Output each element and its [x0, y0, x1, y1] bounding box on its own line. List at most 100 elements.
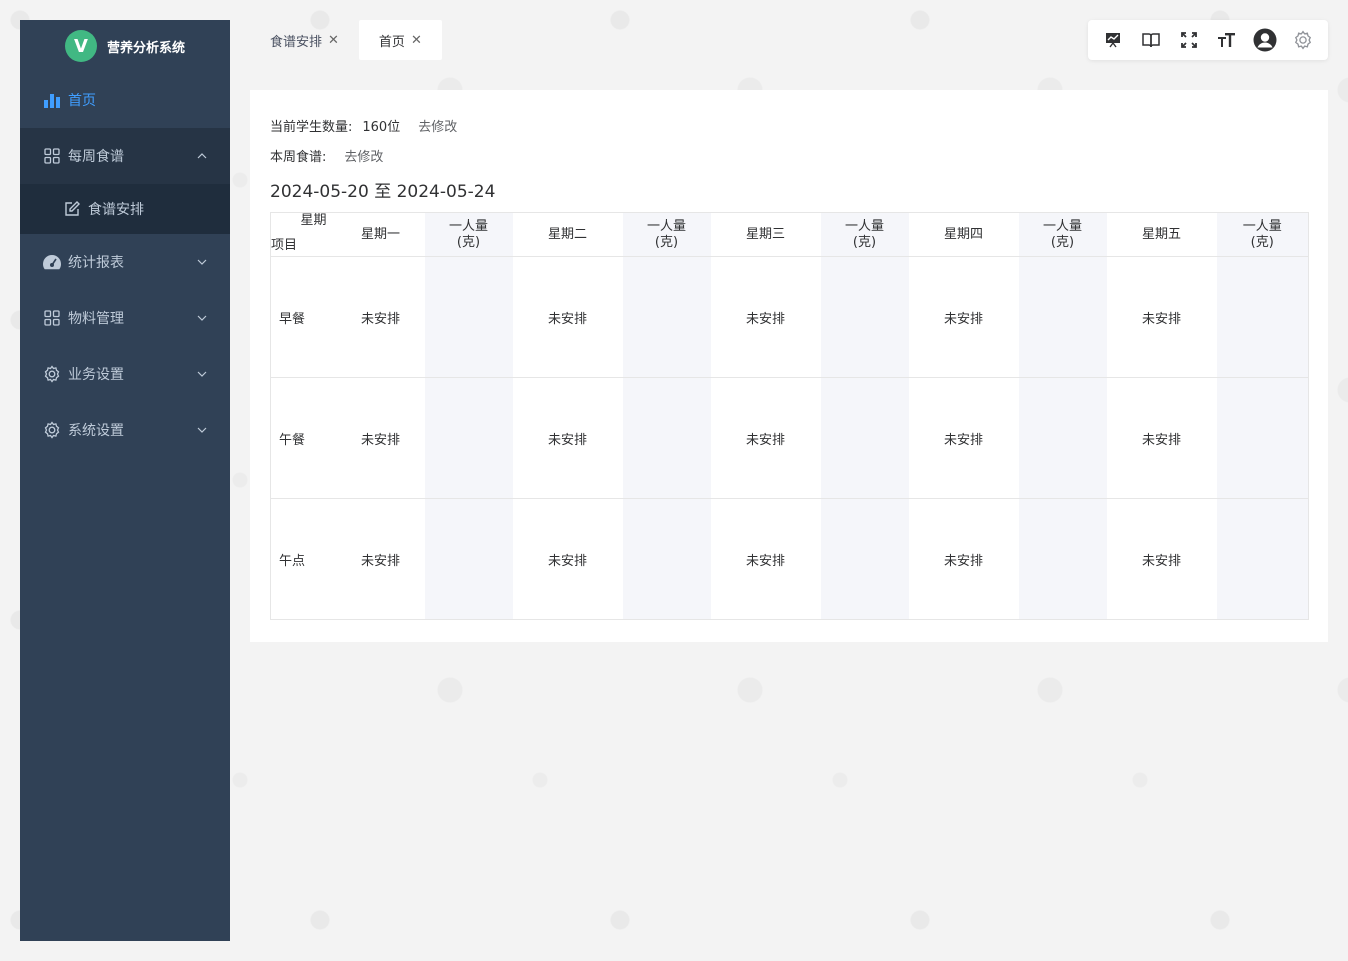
- corner-header: 星期 项目: [270, 212, 337, 257]
- portion-cell: [1018, 377, 1107, 499]
- meal-label: 午餐: [270, 377, 337, 499]
- book-icon[interactable]: [1138, 27, 1164, 53]
- student-count-label: 当前学生数量:: [270, 119, 353, 135]
- portion-header: 一人量 (克): [622, 212, 711, 257]
- logo[interactable]: V 营养分析系统: [20, 20, 230, 72]
- student-count-line: 当前学生数量: 160位 去修改: [270, 110, 1308, 140]
- corner-bottom-label: 项目: [271, 238, 298, 253]
- table-header-row: 星期 项目 星期一 一人量 (克) 星期二 一人量 (克) 星期三 一人量 (克) 星…: [270, 212, 1309, 257]
- gear-icon: [42, 420, 62, 440]
- sidebar-item-label: 食谱安排: [88, 202, 144, 218]
- sidebar-item-label: 首页: [68, 93, 96, 109]
- table-row: 午点 未安排 未安排 未安排 未安排 未安排: [270, 498, 1309, 620]
- portion-cell: [1018, 498, 1107, 620]
- student-count-value: 160位: [362, 119, 401, 135]
- portion-header: 一人量 (克): [1018, 212, 1107, 257]
- dashboard-icon: [42, 252, 62, 272]
- meal-cell[interactable]: 未安排: [710, 377, 821, 499]
- table-row: 午餐 未安排 未安排 未安排 未安排 未安排: [270, 377, 1309, 499]
- meal-cell[interactable]: 未安排: [1106, 498, 1217, 620]
- user-avatar-icon[interactable]: [1252, 27, 1278, 53]
- gear-icon: [42, 364, 62, 384]
- meal-cell[interactable]: 未安排: [336, 498, 425, 620]
- meal-cell[interactable]: 未安排: [512, 498, 623, 620]
- sidebar-item-reports[interactable]: 统计报表: [20, 234, 230, 290]
- weekly-menu-label: 本周食谱:: [270, 149, 327, 165]
- edit-weekly-menu-link[interactable]: 去修改: [344, 146, 383, 165]
- grid-icon: [42, 146, 62, 166]
- portion-cell: [622, 377, 711, 499]
- meal-cell[interactable]: 未安排: [908, 256, 1019, 378]
- chevron-up-icon: [197, 153, 207, 159]
- tab-label: 首页: [378, 34, 405, 50]
- tab-label: 食谱安排: [270, 34, 323, 50]
- sidebar-item-home[interactable]: 首页: [20, 72, 230, 128]
- sidebar-item-label: 统计报表: [68, 255, 124, 271]
- meal-cell[interactable]: 未安排: [512, 256, 623, 378]
- main-card: 当前学生数量: 160位 去修改 本周食谱: 去修改 2024-05-20 至 …: [250, 90, 1328, 642]
- sidebar-item-label: 系统设置: [68, 423, 124, 439]
- portion-cell: [1216, 256, 1309, 378]
- sidebar-item-label: 物料管理: [68, 311, 124, 327]
- edit-student-count-link[interactable]: 去修改: [418, 116, 457, 135]
- sidebar-item-business-settings[interactable]: 业务设置: [20, 346, 230, 402]
- fullscreen-icon[interactable]: [1176, 27, 1202, 53]
- sidebar: V 营养分析系统 首页 每周食谱 食谱安排 统计报表 物料管理 业务设置 系统设…: [20, 20, 230, 941]
- close-icon[interactable]: ✕: [328, 33, 339, 48]
- day-header: 星期五: [1106, 212, 1217, 257]
- day-header: 星期三: [710, 212, 821, 257]
- presentation-icon[interactable]: [1100, 27, 1126, 53]
- day-header: 星期二: [512, 212, 623, 257]
- close-icon[interactable]: ✕: [411, 33, 422, 48]
- portion-cell: [1216, 377, 1309, 499]
- meal-cell[interactable]: 未安排: [336, 377, 425, 499]
- sidebar-item-label: 每周食谱: [68, 149, 124, 165]
- week-range-title: 2024-05-20 至 2024-05-24: [270, 182, 496, 202]
- sidebar-item-label: 业务设置: [68, 367, 124, 383]
- sidebar-item-system-settings[interactable]: 系统设置: [20, 402, 230, 458]
- meal-cell[interactable]: 未安排: [1106, 256, 1217, 378]
- portion-cell: [622, 256, 711, 378]
- sidebar-item-materials[interactable]: 物料管理: [20, 290, 230, 346]
- corner-top-label: 星期: [300, 213, 327, 228]
- sidebar-item-weekly-menu[interactable]: 每周食谱: [20, 128, 230, 184]
- portion-cell: [424, 498, 513, 620]
- meal-label: 早餐: [270, 256, 337, 378]
- day-header: 星期一: [336, 212, 425, 257]
- grid-icon: [42, 308, 62, 328]
- meal-cell[interactable]: 未安排: [336, 256, 425, 378]
- portion-cell: [424, 377, 513, 499]
- meal-cell[interactable]: 未安排: [908, 498, 1019, 620]
- portion-header: 一人量 (克): [424, 212, 513, 257]
- top-toolbar: [1088, 20, 1328, 60]
- settings-icon[interactable]: [1290, 27, 1316, 53]
- chevron-down-icon: [197, 259, 207, 265]
- bar-chart-icon: [42, 90, 62, 110]
- day-header: 星期四: [908, 212, 1019, 257]
- edit-icon: [62, 199, 82, 219]
- portion-header: 一人量 (克): [820, 212, 909, 257]
- portion-cell: [820, 256, 909, 378]
- meal-cell[interactable]: 未安排: [1106, 377, 1217, 499]
- tab-recipe-schedule[interactable]: 食谱安排 ✕: [250, 20, 359, 60]
- chevron-down-icon: [197, 315, 207, 321]
- font-size-icon[interactable]: [1214, 27, 1240, 53]
- sidebar-item-recipe-schedule[interactable]: 食谱安排: [20, 184, 230, 234]
- chevron-down-icon: [197, 427, 207, 433]
- portion-cell: [1018, 256, 1107, 378]
- portion-cell: [820, 498, 909, 620]
- weekly-menu-line: 本周食谱: 去修改: [270, 140, 1308, 170]
- portion-cell: [820, 377, 909, 499]
- meal-cell[interactable]: 未安排: [710, 498, 821, 620]
- tab-bar: 食谱安排 ✕ 首页 ✕: [250, 20, 442, 60]
- meal-label: 午点: [270, 498, 337, 620]
- meal-cell[interactable]: 未安排: [710, 256, 821, 378]
- tab-home[interactable]: 首页 ✕: [358, 20, 442, 60]
- meal-cell[interactable]: 未安排: [512, 377, 623, 499]
- app-title: 营养分析系统: [106, 40, 185, 56]
- meal-cell[interactable]: 未安排: [908, 377, 1019, 499]
- table-row: 早餐 未安排 未安排 未安排 未安排 未安排: [270, 256, 1309, 378]
- portion-cell: [424, 256, 513, 378]
- portion-cell: [622, 498, 711, 620]
- portion-cell: [1216, 498, 1309, 620]
